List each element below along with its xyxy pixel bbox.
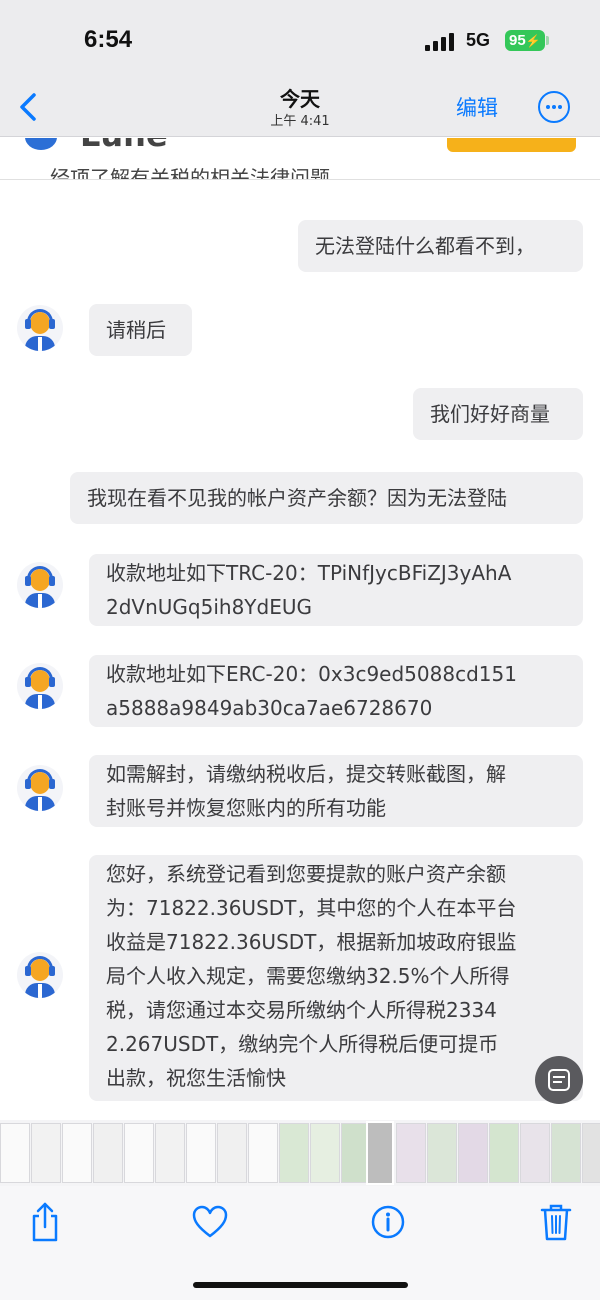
message-line: 局个人收入规定，需要您缴纳32.5%个人所得: [106, 964, 510, 988]
network-type: 5G: [466, 30, 491, 50]
message-line: 收益是71822.36USDT，根据新加坡政府银监: [106, 930, 517, 954]
message-bubble-incoming: 请稍后: [89, 304, 192, 356]
photo-thumbnail[interactable]: [217, 1123, 247, 1183]
photo-thumbnail[interactable]: [310, 1123, 340, 1183]
photo-thumbnail[interactable]: [124, 1123, 154, 1183]
photo-thumbnail[interactable]: [582, 1123, 600, 1183]
header-peek-text: 经项了解有关税的相关法律问题: [50, 166, 330, 180]
status-bar: 6:54 5G 95⚡: [0, 0, 600, 80]
battery-cap: [546, 36, 549, 45]
live-text-icon[interactable]: [535, 1056, 583, 1104]
message-text: 无法登陆什么都看不到，: [315, 234, 535, 258]
cellular-signal-icon: [425, 33, 457, 51]
message-text: 请稍后: [106, 318, 166, 342]
nav-bar: 今天 上午 4:41 编辑: [0, 80, 600, 137]
heart-icon[interactable]: [190, 1200, 230, 1244]
message-bubble-incoming: 如需解封，请缴纳税收后，提交转账截图，解 封账号并恢复您账内的所有功能: [89, 755, 583, 827]
battery-icon: 95⚡: [505, 30, 545, 51]
message-line: 封账号并恢复您账内的所有功能: [106, 796, 386, 820]
photo-thumbnail[interactable]: [186, 1123, 216, 1183]
trash-icon[interactable]: [536, 1200, 576, 1244]
nav-subtitle: 上午 4:41: [270, 114, 330, 129]
photo-thumbnail-selected[interactable]: [366, 1121, 394, 1185]
message-bubble-incoming: 收款地址如下ERC-20：0x3c9ed5088cd151 a5888a9849…: [89, 655, 583, 727]
photo-thumbnail[interactable]: [427, 1123, 457, 1183]
home-indicator: [193, 1282, 408, 1288]
photo-thumbnail[interactable]: [31, 1123, 61, 1183]
photo-thumbnail[interactable]: [489, 1123, 519, 1183]
header-brand: Lune: [80, 138, 168, 154]
photo-thumbnail[interactable]: [458, 1123, 488, 1183]
message-line: 收款地址如下TRC-20：TPiNfJycBFiZJ3yAhA: [106, 561, 512, 585]
photo-thumbnail[interactable]: [248, 1123, 278, 1183]
nav-title: 今天: [280, 87, 320, 111]
photo-thumbnail[interactable]: [551, 1123, 581, 1183]
message-bubble-outgoing: 无法登陆什么都看不到，: [298, 220, 583, 272]
support-agent-avatar: [17, 765, 63, 811]
message-line: 为：71822.36USDT，其中您的个人在本平台: [106, 896, 517, 920]
support-agent-avatar: [17, 305, 63, 351]
edit-button[interactable]: 编辑: [456, 92, 498, 122]
photo-thumbnail[interactable]: [155, 1123, 185, 1183]
photo-thumbnail[interactable]: [62, 1123, 92, 1183]
header-action-button: [447, 138, 576, 152]
message-line: 您好，系统登记看到您要提款的账户资产余额: [106, 862, 506, 886]
message-line: 2.267USDT，缴纳完个人所得税后便可提币: [106, 1032, 499, 1056]
message-line: 出款，祝您生活愉快: [106, 1066, 286, 1090]
message-bubble-outgoing: 我们好好商量: [413, 388, 583, 440]
status-time: 6:54: [84, 26, 133, 53]
message-line: 2dVnUGq5ih8YdEUG: [106, 595, 312, 619]
message-bubble-outgoing: 我现在看不见我的帐户资产余额？因为无法登陆: [70, 472, 583, 524]
photo-thumbnail[interactable]: [279, 1123, 309, 1183]
photo-thumbnail[interactable]: [0, 1123, 30, 1183]
photo-thumbnail[interactable]: [93, 1123, 123, 1183]
message-line: a5888a9849ab30ca7ae6728670: [106, 696, 433, 720]
message-text: 我们好好商量: [430, 402, 550, 426]
support-agent-avatar: [17, 952, 63, 998]
message-bubble-incoming: 收款地址如下TRC-20：TPiNfJycBFiZJ3yAhA 2dVnUGq5…: [89, 554, 583, 626]
message-text: 我现在看不见我的帐户资产余额？因为无法登陆: [87, 486, 507, 510]
share-icon[interactable]: [25, 1200, 65, 1244]
message-line: 如需解封，请缴纳税收后，提交转账截图，解: [106, 762, 506, 786]
support-agent-avatar: [17, 562, 63, 608]
message-line: 收款地址如下ERC-20：0x3c9ed5088cd151: [106, 662, 517, 686]
battery-level: 95: [509, 32, 526, 49]
photo-thumbnail[interactable]: [520, 1123, 550, 1183]
message-line: 税，请您通过本交易所缴纳个人所得税2334: [106, 998, 497, 1022]
header-peek: Lune 经项了解有关税的相关法律问题: [0, 138, 600, 180]
photo-thumbnail[interactable]: [396, 1123, 426, 1183]
ellipsis-circle-icon[interactable]: [538, 91, 570, 123]
support-agent-avatar: [17, 663, 63, 709]
photo-thumbnail-strip[interactable]: [0, 1120, 600, 1186]
app-logo-icon: [25, 138, 57, 150]
chevron-left-icon[interactable]: [14, 90, 44, 124]
info-icon[interactable]: [368, 1200, 408, 1244]
message-bubble-incoming: 您好，系统登记看到您要提款的账户资产余额 为：71822.36USDT，其中您的…: [89, 855, 583, 1101]
